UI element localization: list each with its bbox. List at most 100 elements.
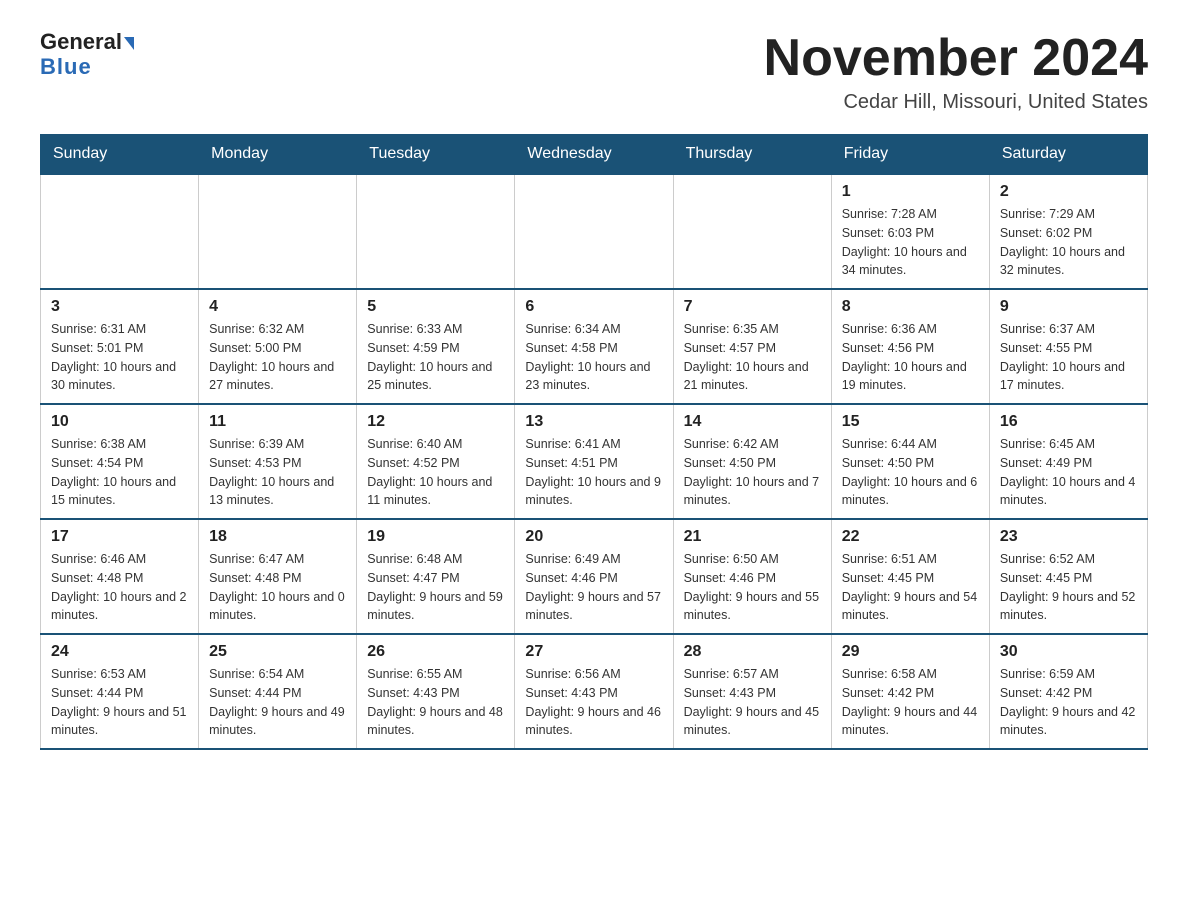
- day-number: 8: [842, 298, 979, 316]
- day-info: Sunrise: 6:54 AM Sunset: 4:44 PM Dayligh…: [209, 665, 346, 740]
- calendar-cell: 8 Sunrise: 6:36 AM Sunset: 4:56 PM Daylig…: [831, 289, 989, 404]
- day-info: Sunrise: 6:59 AM Sunset: 4:42 PM Dayligh…: [1000, 665, 1137, 740]
- calendar-cell: 27 Sunrise: 6:56 AM Sunset: 4:43 PM Dayli…: [515, 634, 673, 749]
- calendar-cell: 11 Sunrise: 6:39 AM Sunset: 4:53 PM Dayli…: [199, 404, 357, 519]
- day-info: Sunrise: 6:38 AM Sunset: 4:54 PM Dayligh…: [51, 435, 188, 510]
- calendar-week-row: 10 Sunrise: 6:38 AM Sunset: 4:54 PM Dayli…: [41, 404, 1148, 519]
- day-number: 16: [1000, 413, 1137, 431]
- day-number: 15: [842, 413, 979, 431]
- day-info: Sunrise: 6:48 AM Sunset: 4:47 PM Dayligh…: [367, 550, 504, 625]
- logo-line2: Blue: [40, 54, 92, 80]
- day-info: Sunrise: 6:31 AM Sunset: 5:01 PM Dayligh…: [51, 320, 188, 395]
- calendar-cell: 24 Sunrise: 6:53 AM Sunset: 4:44 PM Dayli…: [41, 634, 199, 749]
- calendar-week-row: 1Sunrise: 7:28 AM Sunset: 6:03 PM Daylig…: [41, 174, 1148, 289]
- location-title: Cedar Hill, Missouri, United States: [764, 91, 1148, 114]
- calendar-cell: 22 Sunrise: 6:51 AM Sunset: 4:45 PM Dayli…: [831, 519, 989, 634]
- logo-arrow-icon: [124, 37, 134, 50]
- day-number: 30: [1000, 643, 1137, 661]
- weekday-header-sunday: Sunday: [41, 135, 199, 175]
- day-info: Sunrise: 6:37 AM Sunset: 4:55 PM Dayligh…: [1000, 320, 1137, 395]
- calendar-cell: 5 Sunrise: 6:33 AM Sunset: 4:59 PM Daylig…: [357, 289, 515, 404]
- day-number: 6: [525, 298, 662, 316]
- day-number: 27: [525, 643, 662, 661]
- day-info: Sunrise: 6:49 AM Sunset: 4:46 PM Dayligh…: [525, 550, 662, 625]
- day-number: 29: [842, 643, 979, 661]
- calendar-cell: 7 Sunrise: 6:35 AM Sunset: 4:57 PM Daylig…: [673, 289, 831, 404]
- weekday-header-saturday: Saturday: [989, 135, 1147, 175]
- day-info: Sunrise: 6:36 AM Sunset: 4:56 PM Dayligh…: [842, 320, 979, 395]
- day-number: 20: [525, 528, 662, 546]
- calendar-cell: 9Sunrise: 6:37 AM Sunset: 4:55 PM Daylig…: [989, 289, 1147, 404]
- day-info: Sunrise: 6:39 AM Sunset: 4:53 PM Dayligh…: [209, 435, 346, 510]
- day-info: Sunrise: 7:29 AM Sunset: 6:02 PM Dayligh…: [1000, 205, 1137, 280]
- day-info: Sunrise: 6:56 AM Sunset: 4:43 PM Dayligh…: [525, 665, 662, 740]
- day-number: 25: [209, 643, 346, 661]
- calendar-cell: 18 Sunrise: 6:47 AM Sunset: 4:48 PM Dayli…: [199, 519, 357, 634]
- calendar-cell: 2 Sunrise: 7:29 AM Sunset: 6:02 PM Daylig…: [989, 174, 1147, 289]
- calendar-cell: 10 Sunrise: 6:38 AM Sunset: 4:54 PM Dayli…: [41, 404, 199, 519]
- day-number: 24: [51, 643, 188, 661]
- title-area: November 2024 Cedar Hill, Missouri, Unit…: [764, 30, 1148, 114]
- weekday-header-thursday: Thursday: [673, 135, 831, 175]
- calendar-cell: 25 Sunrise: 6:54 AM Sunset: 4:44 PM Dayli…: [199, 634, 357, 749]
- day-number: 22: [842, 528, 979, 546]
- day-info: Sunrise: 6:42 AM Sunset: 4:50 PM Dayligh…: [684, 435, 821, 510]
- day-number: 3: [51, 298, 188, 316]
- calendar-cell: 20 Sunrise: 6:49 AM Sunset: 4:46 PM Dayli…: [515, 519, 673, 634]
- calendar-cell: 4Sunrise: 6:32 AM Sunset: 5:00 PM Daylig…: [199, 289, 357, 404]
- day-number: 18: [209, 528, 346, 546]
- weekday-header-friday: Friday: [831, 135, 989, 175]
- day-info: Sunrise: 6:51 AM Sunset: 4:45 PM Dayligh…: [842, 550, 979, 625]
- calendar-cell: 30 Sunrise: 6:59 AM Sunset: 4:42 PM Dayli…: [989, 634, 1147, 749]
- logo: General Blue: [40, 30, 134, 80]
- day-number: 19: [367, 528, 504, 546]
- day-info: Sunrise: 6:52 AM Sunset: 4:45 PM Dayligh…: [1000, 550, 1137, 625]
- day-number: 11: [209, 413, 346, 431]
- day-number: 17: [51, 528, 188, 546]
- day-info: Sunrise: 6:57 AM Sunset: 4:43 PM Dayligh…: [684, 665, 821, 740]
- day-info: Sunrise: 6:46 AM Sunset: 4:48 PM Dayligh…: [51, 550, 188, 625]
- day-number: 21: [684, 528, 821, 546]
- calendar-cell: 3 Sunrise: 6:31 AM Sunset: 5:01 PM Daylig…: [41, 289, 199, 404]
- day-number: 4: [209, 298, 346, 316]
- logo-line1: General: [40, 30, 134, 54]
- day-info: Sunrise: 6:44 AM Sunset: 4:50 PM Dayligh…: [842, 435, 979, 510]
- calendar-cell: 13Sunrise: 6:41 AM Sunset: 4:51 PM Dayli…: [515, 404, 673, 519]
- calendar-cell: 14Sunrise: 6:42 AM Sunset: 4:50 PM Dayli…: [673, 404, 831, 519]
- day-info: Sunrise: 6:33 AM Sunset: 4:59 PM Dayligh…: [367, 320, 504, 395]
- day-info: Sunrise: 6:47 AM Sunset: 4:48 PM Dayligh…: [209, 550, 346, 625]
- day-info: Sunrise: 6:50 AM Sunset: 4:46 PM Dayligh…: [684, 550, 821, 625]
- day-number: 5: [367, 298, 504, 316]
- day-number: 13: [525, 413, 662, 431]
- calendar-cell: 15 Sunrise: 6:44 AM Sunset: 4:50 PM Dayli…: [831, 404, 989, 519]
- calendar-cell: 12Sunrise: 6:40 AM Sunset: 4:52 PM Dayli…: [357, 404, 515, 519]
- calendar-cell: [673, 174, 831, 289]
- day-number: 26: [367, 643, 504, 661]
- day-info: Sunrise: 6:58 AM Sunset: 4:42 PM Dayligh…: [842, 665, 979, 740]
- day-info: Sunrise: 6:45 AM Sunset: 4:49 PM Dayligh…: [1000, 435, 1137, 510]
- calendar-cell: 19 Sunrise: 6:48 AM Sunset: 4:47 PM Dayli…: [357, 519, 515, 634]
- day-info: Sunrise: 6:53 AM Sunset: 4:44 PM Dayligh…: [51, 665, 188, 740]
- calendar-cell: 6Sunrise: 6:34 AM Sunset: 4:58 PM Daylig…: [515, 289, 673, 404]
- calendar-week-row: 17 Sunrise: 6:46 AM Sunset: 4:48 PM Dayli…: [41, 519, 1148, 634]
- weekday-header-row: SundayMondayTuesdayWednesdayThursdayFrid…: [41, 135, 1148, 175]
- calendar-cell: 29 Sunrise: 6:58 AM Sunset: 4:42 PM Dayli…: [831, 634, 989, 749]
- month-title: November 2024: [764, 30, 1148, 87]
- day-info: Sunrise: 6:35 AM Sunset: 4:57 PM Dayligh…: [684, 320, 821, 395]
- day-number: 28: [684, 643, 821, 661]
- day-number: 2: [1000, 183, 1137, 201]
- calendar-cell: 21 Sunrise: 6:50 AM Sunset: 4:46 PM Dayli…: [673, 519, 831, 634]
- day-info: Sunrise: 6:55 AM Sunset: 4:43 PM Dayligh…: [367, 665, 504, 740]
- weekday-header-monday: Monday: [199, 135, 357, 175]
- calendar-cell: [515, 174, 673, 289]
- calendar-week-row: 24 Sunrise: 6:53 AM Sunset: 4:44 PM Dayli…: [41, 634, 1148, 749]
- calendar-cell: 26 Sunrise: 6:55 AM Sunset: 4:43 PM Dayli…: [357, 634, 515, 749]
- weekday-header-wednesday: Wednesday: [515, 135, 673, 175]
- day-number: 10: [51, 413, 188, 431]
- day-number: 1: [842, 183, 979, 201]
- weekday-header-tuesday: Tuesday: [357, 135, 515, 175]
- day-number: 7: [684, 298, 821, 316]
- calendar-cell: [199, 174, 357, 289]
- calendar-week-row: 3 Sunrise: 6:31 AM Sunset: 5:01 PM Daylig…: [41, 289, 1148, 404]
- calendar-cell: 23Sunrise: 6:52 AM Sunset: 4:45 PM Dayli…: [989, 519, 1147, 634]
